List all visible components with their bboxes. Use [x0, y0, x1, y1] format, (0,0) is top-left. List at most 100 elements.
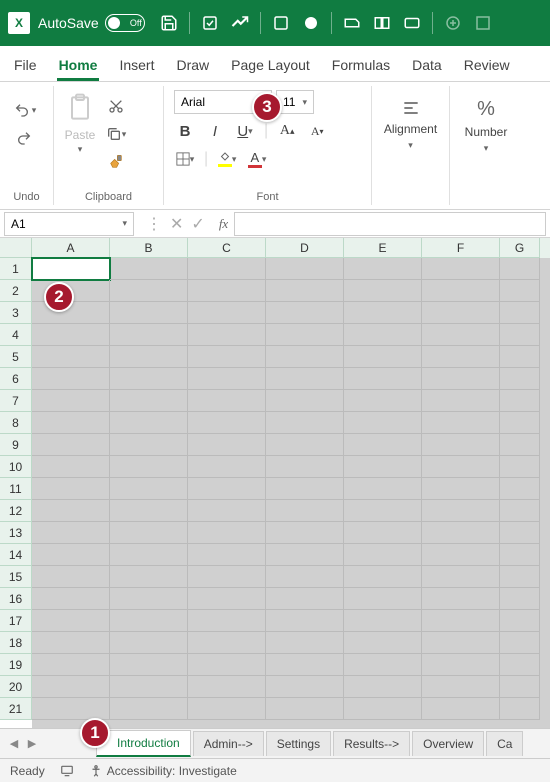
tab-data[interactable]: Data [410, 49, 444, 81]
cell[interactable] [110, 258, 188, 280]
formula-input[interactable] [234, 212, 546, 236]
cell[interactable] [32, 368, 110, 390]
cell[interactable] [344, 390, 422, 412]
cells-area[interactable] [32, 258, 550, 728]
col-header[interactable]: G [500, 238, 540, 258]
cell[interactable] [500, 302, 540, 324]
cell[interactable] [422, 258, 500, 280]
cell[interactable] [266, 456, 344, 478]
italic-button[interactable]: I [204, 120, 226, 142]
cell[interactable] [266, 302, 344, 324]
row-header[interactable]: 17 [0, 610, 32, 632]
cell[interactable] [344, 676, 422, 698]
borders-button[interactable]: ▾ [174, 148, 196, 170]
cell[interactable] [32, 346, 110, 368]
cell[interactable] [188, 632, 266, 654]
cell[interactable] [32, 500, 110, 522]
qat-icon-1[interactable] [200, 13, 220, 33]
cell[interactable] [266, 566, 344, 588]
cell[interactable] [422, 324, 500, 346]
qat-icon-4[interactable] [301, 13, 321, 33]
paste-button[interactable]: Paste ▾ [64, 90, 96, 155]
row-header[interactable]: 7 [0, 390, 32, 412]
cancel-icon[interactable]: ✕ [170, 214, 183, 234]
cell[interactable] [188, 456, 266, 478]
cell[interactable] [188, 302, 266, 324]
col-header[interactable]: E [344, 238, 422, 258]
cell[interactable] [110, 346, 188, 368]
cell[interactable] [344, 698, 422, 720]
cell[interactable] [500, 632, 540, 654]
decrease-font-button[interactable]: A▾ [306, 120, 328, 142]
qat-icon-2[interactable] [230, 13, 250, 33]
cell[interactable] [110, 676, 188, 698]
col-header[interactable]: B [110, 238, 188, 258]
cell[interactable] [188, 324, 266, 346]
cell[interactable] [266, 324, 344, 346]
cell[interactable] [422, 676, 500, 698]
cell[interactable] [188, 676, 266, 698]
cell[interactable] [188, 434, 266, 456]
cell[interactable] [344, 632, 422, 654]
cell[interactable] [500, 544, 540, 566]
cell[interactable] [344, 324, 422, 346]
cell[interactable] [422, 478, 500, 500]
cell[interactable] [500, 258, 540, 280]
undo-button[interactable]: ▾ [10, 98, 38, 122]
font-size-select[interactable]: 11▾ [276, 90, 314, 114]
cell[interactable] [344, 544, 422, 566]
cell[interactable] [110, 632, 188, 654]
qat-icon-3[interactable] [271, 13, 291, 33]
cell[interactable] [110, 456, 188, 478]
row-header[interactable]: 14 [0, 544, 32, 566]
cell[interactable] [110, 412, 188, 434]
cell[interactable] [500, 280, 540, 302]
cell[interactable] [110, 588, 188, 610]
bold-button[interactable]: B [174, 120, 196, 142]
cell[interactable] [110, 368, 188, 390]
cell[interactable] [500, 522, 540, 544]
qat-icon-5[interactable] [342, 13, 362, 33]
cell[interactable] [344, 588, 422, 610]
col-header[interactable]: C [188, 238, 266, 258]
display-settings-icon[interactable] [59, 764, 75, 778]
cell[interactable] [110, 544, 188, 566]
cell[interactable] [32, 412, 110, 434]
cell[interactable] [110, 434, 188, 456]
row-header[interactable]: 19 [0, 654, 32, 676]
cell[interactable] [344, 566, 422, 588]
cell[interactable] [188, 368, 266, 390]
cell[interactable] [344, 258, 422, 280]
cell[interactable] [110, 280, 188, 302]
cell[interactable] [500, 390, 540, 412]
row-header[interactable]: 6 [0, 368, 32, 390]
cell[interactable] [422, 434, 500, 456]
cell[interactable] [266, 368, 344, 390]
cell[interactable] [344, 522, 422, 544]
cell[interactable] [344, 368, 422, 390]
underline-button[interactable]: U▾ [234, 120, 256, 142]
row-header[interactable]: 13 [0, 522, 32, 544]
cell[interactable] [266, 544, 344, 566]
cell[interactable] [188, 544, 266, 566]
qat-icon-8[interactable] [443, 13, 463, 33]
cell[interactable] [500, 654, 540, 676]
cell[interactable] [422, 654, 500, 676]
cell[interactable] [422, 588, 500, 610]
cell[interactable] [500, 346, 540, 368]
cell[interactable] [32, 588, 110, 610]
cell[interactable] [32, 258, 110, 280]
number-button[interactable]: % Number ▾ [460, 90, 512, 154]
cell[interactable] [32, 324, 110, 346]
cell[interactable] [188, 500, 266, 522]
cell[interactable] [500, 588, 540, 610]
cell[interactable] [188, 654, 266, 676]
cell[interactable] [110, 654, 188, 676]
cell[interactable] [110, 390, 188, 412]
cell[interactable] [188, 566, 266, 588]
autosave-switch[interactable]: Off [105, 14, 145, 32]
tab-review[interactable]: Review [462, 49, 512, 81]
tab-formulas[interactable]: Formulas [330, 49, 392, 81]
sheet-tab-introduction[interactable]: Introduction [96, 730, 191, 757]
cell[interactable] [344, 434, 422, 456]
